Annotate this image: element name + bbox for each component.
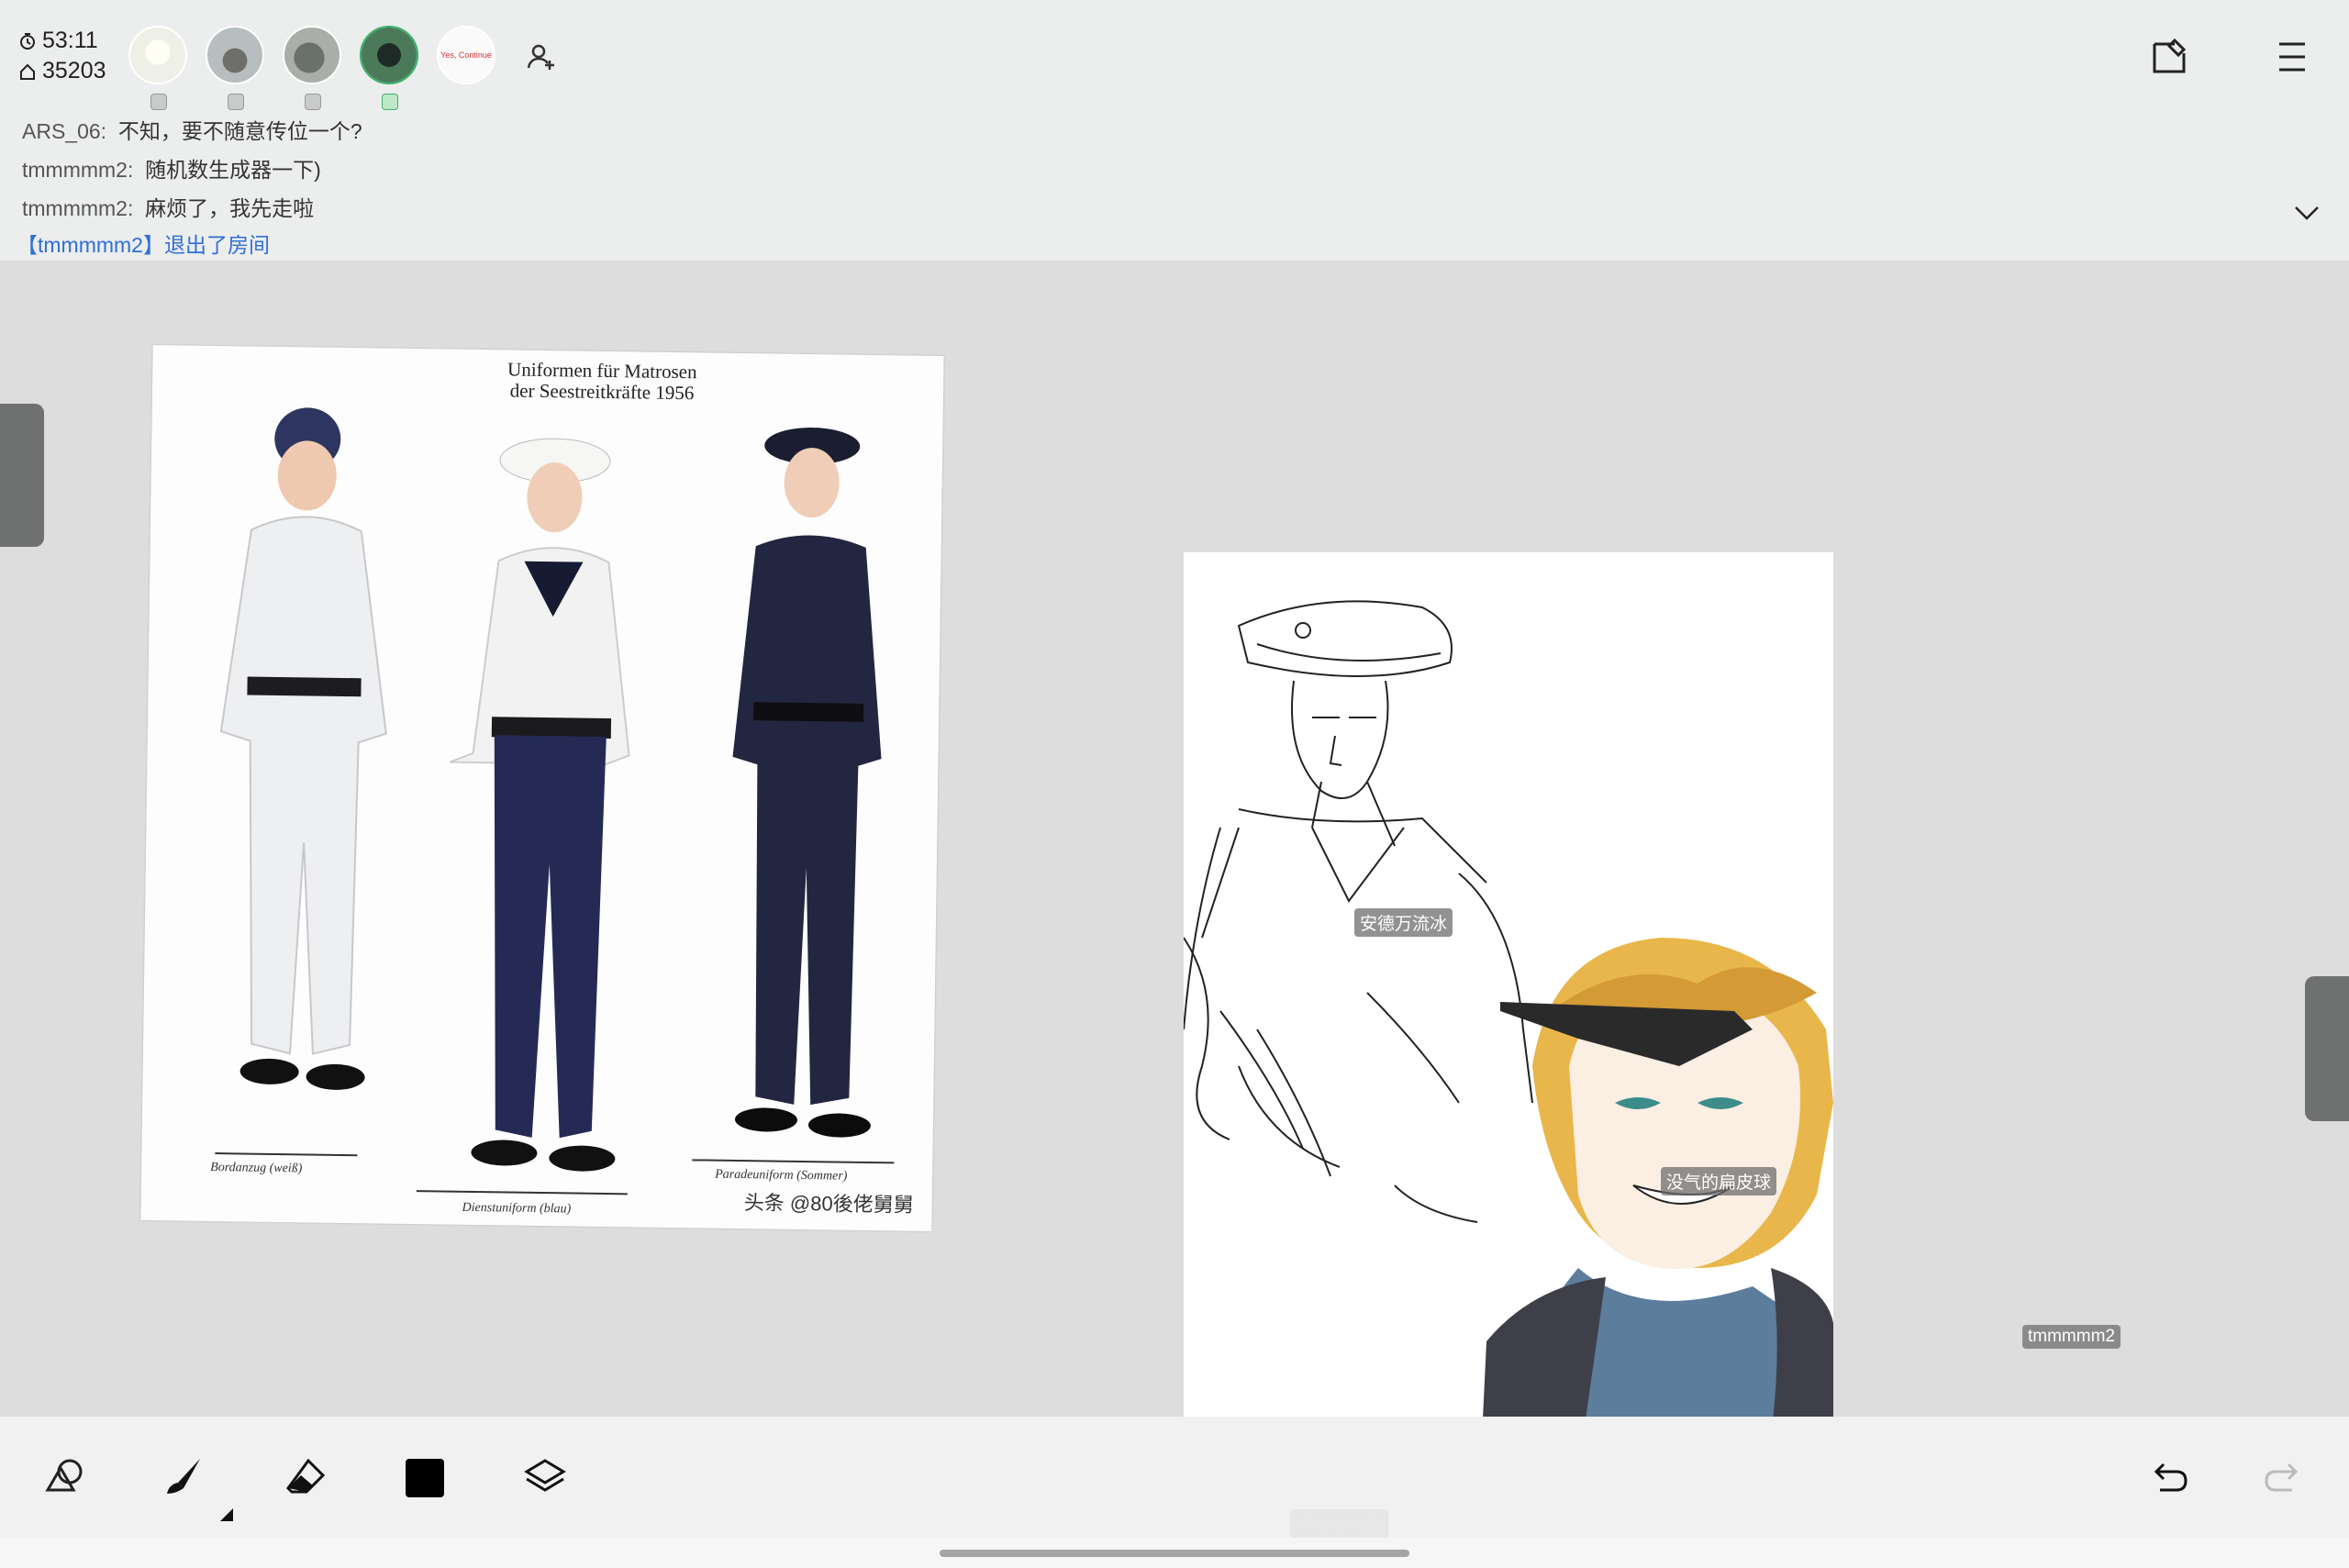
sticker-icon[interactable] [2147, 35, 2191, 79]
user-cursor-tag: 安德万流冰 [1354, 908, 1453, 937]
brush-icon[interactable] [160, 1453, 207, 1501]
color-swatch[interactable] [406, 1459, 444, 1497]
avatar[interactable] [283, 26, 341, 110]
reference-caption: Dienstuniform (blau) [462, 1200, 572, 1217]
reference-image[interactable]: Uniformen für Matrosen der Seestreitkräf… [140, 345, 944, 1231]
participant-list: Yes, Continue [128, 26, 495, 110]
chat-text: 随机数生成器一下) [145, 158, 321, 182]
right-panel-handle[interactable] [2305, 976, 2349, 1121]
avatar-text: Yes, Continue [440, 50, 492, 60]
bottom-toolbar [0, 1417, 2349, 1538]
room-row: 35203 [18, 56, 106, 86]
reference-caption: Paradeuniform (Sommer) [715, 1167, 848, 1184]
reference-watermark: 头条 @80後佬舅舅 [743, 1191, 914, 1217]
status-badge [150, 94, 167, 110]
sailor-figures [215, 407, 895, 1195]
room-stats: 53:11 35203 [18, 26, 106, 86]
status-badge [382, 94, 398, 110]
chat-text: 麻烦了，我先走啦 [145, 196, 315, 220]
timer-text: 53:11 [42, 28, 98, 53]
layers-icon[interactable] [521, 1453, 569, 1501]
undo-icon[interactable] [2145, 1453, 2193, 1501]
chat-message: ARS_06: 不知，要不随意传位一个? [22, 114, 362, 145]
home-indicator[interactable] [940, 1550, 1409, 1557]
left-panel-handle[interactable] [0, 404, 44, 547]
chat-username: ARS_06: [22, 119, 107, 143]
redo-icon[interactable] [2259, 1453, 2307, 1501]
avatar[interactable] [206, 26, 264, 110]
sketch-layer[interactable]: 安德万流冰 没气的扁皮球 [1183, 552, 1833, 1536]
chat-message: tmmmmm2: 随机数生成器一下) [22, 152, 321, 183]
top-bar: 53:11 35203 Yes, Continue [0, 0, 2349, 114]
chat-text: 不知，要不随意传位一个? [117, 119, 362, 143]
avatar[interactable] [128, 26, 187, 110]
clock-icon [20, 32, 35, 50]
sketch-drawing [1183, 600, 1833, 1536]
status-badge [228, 94, 244, 110]
add-user-icon[interactable] [525, 40, 558, 73]
system-message: 【tmmmmm2】退出了房间 [17, 233, 270, 257]
user-cursor-tag: tmmmmm2 [2022, 1325, 2121, 1349]
status-badge [305, 94, 321, 110]
reference-caption: Bordanzug (weiß) [210, 1160, 303, 1176]
eraser-icon[interactable] [283, 1453, 330, 1501]
brush-options-icon[interactable] [220, 1508, 233, 1521]
chat-username: tmmmmm2: [22, 158, 134, 182]
shapes-icon[interactable] [42, 1453, 90, 1501]
chat-panel: ARS_06: 不知，要不随意传位一个? tmmmmm2: 随机数生成器一下) … [0, 114, 2349, 261]
home-icon [20, 63, 35, 80]
timer-row: 53:11 [18, 26, 106, 56]
canvas-hint: 不可使用此 [1290, 1509, 1389, 1538]
chat-message: tmmmmm2: 麻烦了，我先走啦 [22, 191, 314, 222]
menu-icon[interactable] [2270, 35, 2314, 79]
chevron-down-icon[interactable] [2290, 196, 2323, 229]
user-cursor-tag: 没气的扁皮球 [1661, 1167, 1777, 1195]
avatar[interactable] [360, 26, 418, 110]
avatar[interactable]: Yes, Continue [437, 26, 495, 84]
room-id-text: 35203 [42, 58, 106, 83]
chat-username: tmmmmm2: [22, 196, 134, 220]
